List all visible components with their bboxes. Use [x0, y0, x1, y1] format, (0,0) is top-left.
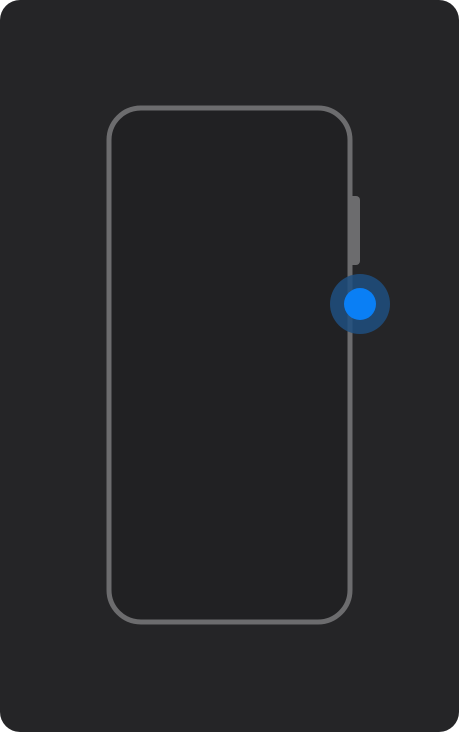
phone-illustration [106, 105, 390, 625]
phone-outline-icon [106, 105, 353, 625]
tap-indicator-icon[interactable] [344, 288, 376, 320]
illustration-card [0, 0, 459, 732]
